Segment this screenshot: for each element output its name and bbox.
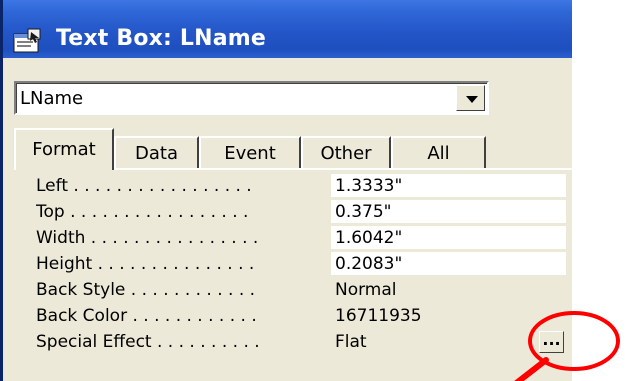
property-row-width[interactable]: Width . . . . . . . . . . . . . . . . 1.…: [16, 225, 570, 251]
object-selector-combo[interactable]: LName: [14, 81, 489, 115]
property-row-back-style[interactable]: Back Style . . . . . . . . . . . . Norma…: [16, 277, 570, 303]
property-label: Special Effect . . . . . . . . . .: [36, 332, 260, 352]
property-value-field[interactable]: 16711935: [331, 304, 566, 328]
property-label: Back Style . . . . . . . . . . . .: [36, 280, 256, 300]
property-label: Top . . . . . . . . . . . . . . . . .: [36, 202, 249, 222]
property-row-left[interactable]: Left . . . . . . . . . . . . . . . . . 1…: [16, 173, 570, 199]
tab-data-label: Data: [135, 143, 178, 164]
property-value-field[interactable]: 1.3333": [331, 174, 566, 198]
property-sheet-window: Text Box: LName LName Format Data Event …: [0, 0, 572, 381]
title-bar[interactable]: Text Box: LName: [3, 0, 572, 58]
chevron-down-icon: [466, 96, 478, 103]
property-value: 16711935: [335, 306, 422, 326]
property-grid: Left . . . . . . . . . . . . . . . . . 1…: [16, 171, 570, 381]
property-value-field[interactable]: Flat: [331, 330, 566, 354]
property-row-height[interactable]: Height . . . . . . . . . . . . . . . 0.2…: [16, 251, 570, 277]
tab-format-label: Format: [32, 139, 96, 160]
property-value: 0.2083": [335, 254, 403, 274]
property-value-field[interactable]: 1.6042": [331, 226, 566, 250]
tab-event[interactable]: Event: [199, 136, 301, 168]
property-value-field[interactable]: 0.2083": [331, 252, 566, 276]
property-label: Back Color . . . . . . . . . . . .: [36, 306, 257, 326]
tab-event-label: Event: [224, 143, 276, 164]
screenshot-stage: Text Box: LName LName Format Data Event …: [0, 0, 626, 381]
property-row-back-color[interactable]: Back Color . . . . . . . . . . . . 16711…: [16, 303, 570, 329]
property-value: 1.6042": [335, 228, 403, 248]
tab-all[interactable]: All: [391, 136, 486, 168]
property-value: Normal: [335, 280, 397, 300]
property-label: Left . . . . . . . . . . . . . . . . .: [36, 176, 252, 196]
property-value: 0.375": [335, 202, 392, 222]
property-label: Height . . . . . . . . . . . . . . .: [36, 254, 255, 274]
properties-icon: [13, 28, 41, 53]
window-title: Text Box: LName: [56, 26, 267, 51]
tab-all-label: All: [427, 143, 450, 164]
property-value: 1.3333": [335, 176, 403, 196]
property-tabs: Format Data Event Other All: [14, 128, 574, 170]
property-value-field[interactable]: 0.375": [331, 200, 566, 224]
property-row-top[interactable]: Top . . . . . . . . . . . . . . . . . 0.…: [16, 199, 570, 225]
property-value: Flat: [335, 332, 367, 352]
object-selector-value: LName: [20, 88, 84, 109]
build-button[interactable]: ...: [539, 330, 564, 353]
tab-data[interactable]: Data: [114, 136, 199, 168]
property-label: Width . . . . . . . . . . . . . . . .: [36, 228, 259, 248]
tab-format[interactable]: Format: [14, 128, 114, 170]
property-value-field[interactable]: Normal: [331, 278, 566, 302]
property-row-special-effect[interactable]: Special Effect . . . . . . . . . . Flat: [16, 329, 570, 355]
object-selector-dropdown-button[interactable]: [456, 85, 485, 111]
tab-other-label: Other: [320, 143, 372, 164]
tab-other[interactable]: Other: [301, 136, 391, 168]
build-button-label: ...: [542, 330, 561, 349]
